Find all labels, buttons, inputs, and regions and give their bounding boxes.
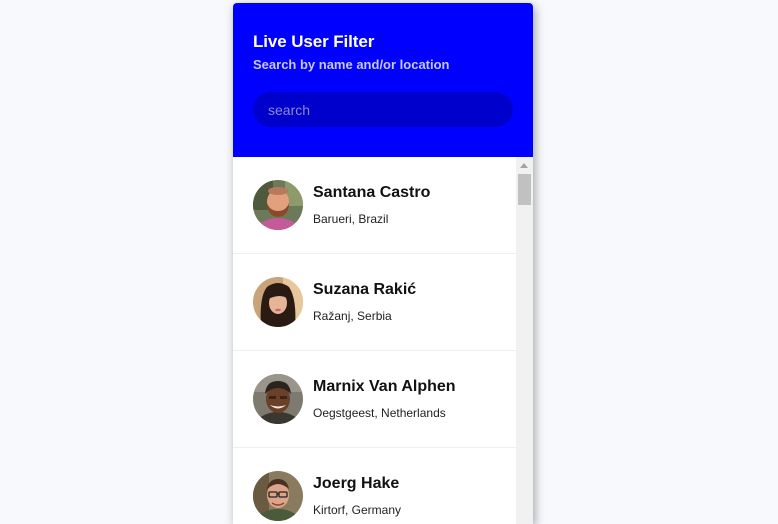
user-info: Santana Castro Barueri, Brazil <box>313 184 430 226</box>
avatar <box>253 374 303 424</box>
list-item[interactable]: Joerg Hake Kirtorf, Germany <box>233 448 516 524</box>
user-info: Marnix Van Alphen Oegstgeest, Netherland… <box>313 378 456 420</box>
user-list-container: Santana Castro Barueri, Brazil Suzana Ra… <box>233 157 533 524</box>
scroll-thumb[interactable] <box>518 174 531 205</box>
woman-long-dark-hair-avatar-icon <box>253 277 303 327</box>
user-list: Santana Castro Barueri, Brazil Suzana Ra… <box>233 157 516 524</box>
man-with-cap-avatar-icon <box>253 374 303 424</box>
user-info: Joerg Hake Kirtorf, Germany <box>313 475 401 517</box>
avatar <box>253 277 303 327</box>
user-name: Marnix Van Alphen <box>313 378 456 395</box>
scroll-up-arrow-icon[interactable] <box>520 163 528 168</box>
page-subtitle: Search by name and/or location <box>253 57 450 72</box>
search-input[interactable] <box>253 92 513 127</box>
list-item[interactable]: Suzana Rakić Ražanj, Serbia <box>233 254 516 351</box>
list-item[interactable]: Santana Castro Barueri, Brazil <box>233 157 516 254</box>
avatar <box>253 180 303 230</box>
scrollbar[interactable] <box>516 157 533 524</box>
man-with-glasses-avatar-icon <box>253 471 303 521</box>
page-title: Live User Filter <box>253 32 375 51</box>
user-location: Oegstgeest, Netherlands <box>313 406 446 420</box>
header: Live User Filter Search by name and/or l… <box>233 3 533 157</box>
user-location: Barueri, Brazil <box>313 212 389 226</box>
avatar <box>253 471 303 521</box>
user-info: Suzana Rakić Ražanj, Serbia <box>313 281 416 323</box>
user-name: Suzana Rakić <box>313 281 417 298</box>
user-filter-card: Live User Filter Search by name and/or l… <box>233 3 533 524</box>
user-name: Santana Castro <box>313 184 431 201</box>
man-with-beard-avatar-icon <box>253 180 303 230</box>
user-name: Joerg Hake <box>313 475 400 492</box>
user-location: Kirtorf, Germany <box>313 503 402 517</box>
user-location: Ražanj, Serbia <box>313 309 392 323</box>
list-item[interactable]: Marnix Van Alphen Oegstgeest, Netherland… <box>233 351 516 448</box>
